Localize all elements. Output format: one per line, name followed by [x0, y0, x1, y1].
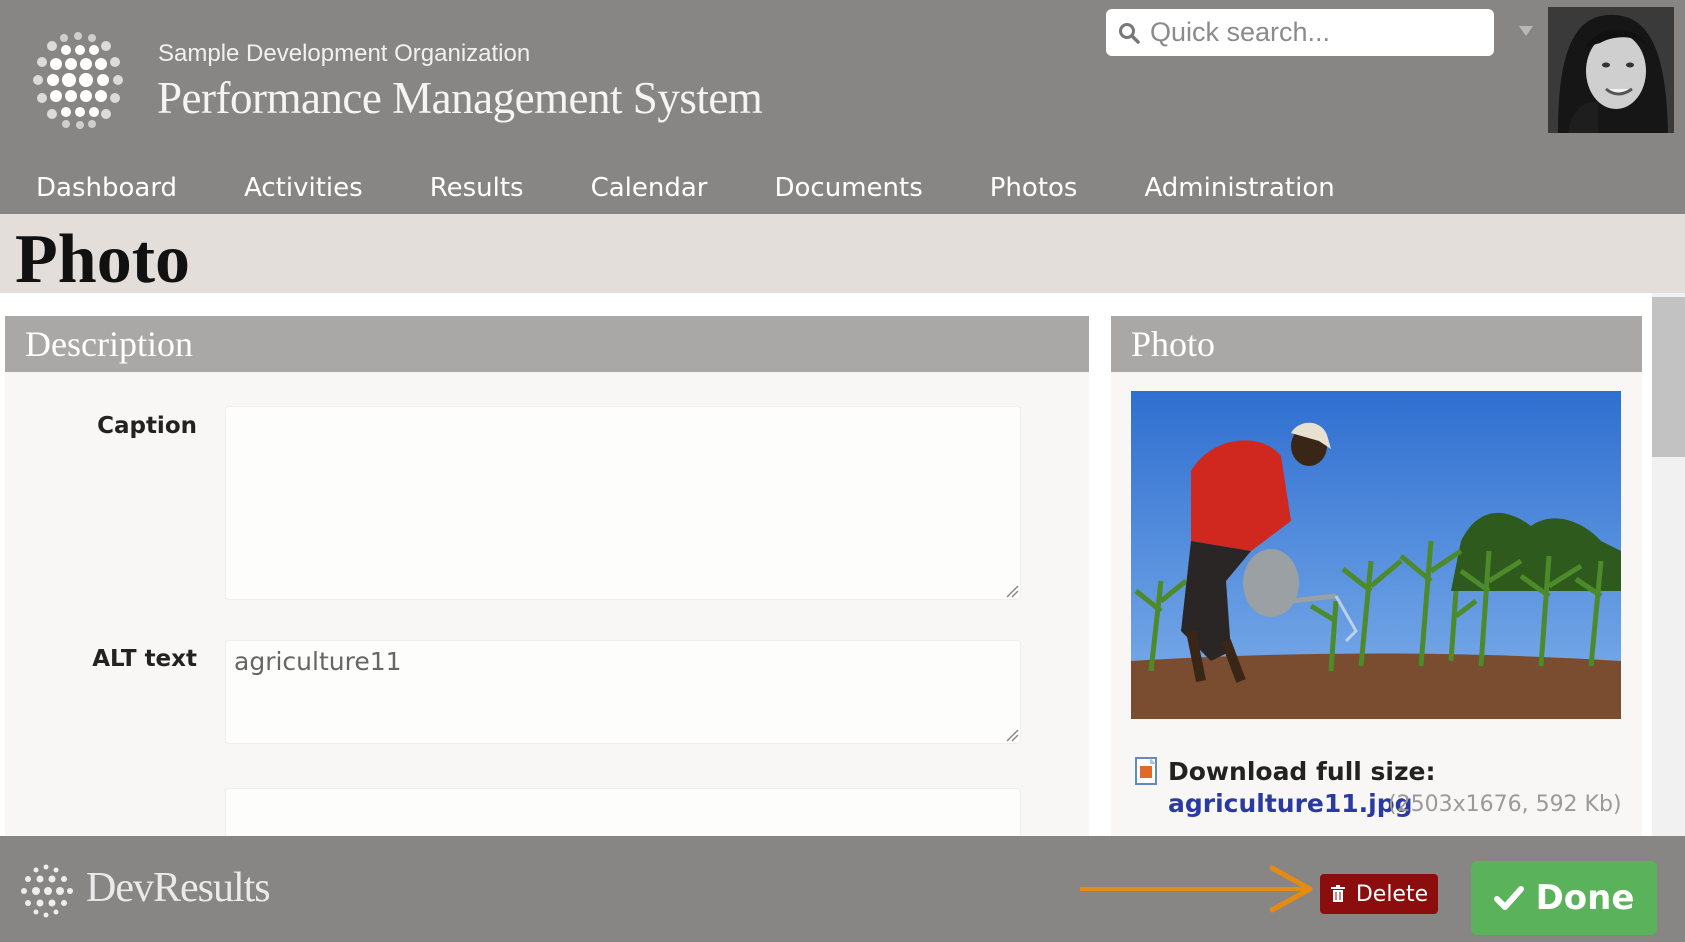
description-panel: Description Caption ALT text agriculture…: [5, 316, 1089, 836]
description-heading: Description: [5, 316, 1089, 372]
title-bar: Photo: [0, 214, 1685, 298]
nav-item-dashboard[interactable]: Dashboard: [0, 168, 208, 214]
alt-text-label: ALT text: [92, 646, 197, 672]
photo-panel: Photo Download full size: agriculture11.…: [1111, 316, 1642, 836]
photo-preview[interactable]: [1131, 391, 1621, 719]
caption-label: Caption: [97, 413, 197, 439]
caption-textarea[interactable]: [225, 406, 1021, 600]
search-input[interactable]: [1150, 17, 1490, 48]
image-file-icon: [1135, 757, 1157, 785]
checkmark-icon: [1493, 886, 1524, 910]
quick-search[interactable]: [1106, 9, 1494, 56]
trash-icon: [1330, 885, 1345, 902]
done-button-label: Done: [1535, 878, 1635, 918]
delete-button-label: Delete: [1355, 881, 1429, 907]
resize-grip-icon[interactable]: [1005, 728, 1019, 742]
chevron-down-icon[interactable]: [1517, 24, 1535, 38]
app-title[interactable]: Performance Management System: [157, 72, 763, 124]
main-nav: Dashboard Activities Results Calendar Do…: [0, 168, 1366, 214]
nav-item-administration[interactable]: Administration: [1108, 168, 1365, 214]
avatar[interactable]: [1548, 7, 1674, 133]
globe-dots-icon[interactable]: [26, 28, 130, 132]
next-field-textarea[interactable]: [225, 788, 1021, 836]
main-content: Description Caption ALT text agriculture…: [0, 293, 1685, 836]
footer-brand: DevResults: [86, 865, 271, 911]
footer-bar: DevResults Delete Done: [0, 836, 1685, 942]
alt-text-textarea[interactable]: agriculture11: [225, 640, 1021, 744]
page-title: Photo: [15, 221, 190, 298]
download-link[interactable]: agriculture11.jpg: [1168, 789, 1413, 818]
farmer-watering-photo-icon: [1131, 391, 1621, 719]
resize-grip-icon[interactable]: [1005, 584, 1019, 598]
scrollbar-thumb[interactable]: [1652, 297, 1685, 457]
photo-heading: Photo: [1111, 316, 1642, 372]
done-button[interactable]: Done: [1471, 861, 1657, 935]
page-scrollbar[interactable]: [1652, 293, 1685, 836]
app-header: Sample Development Organization Performa…: [0, 0, 1685, 214]
search-icon: [1119, 22, 1140, 44]
nav-item-activities[interactable]: Activities: [208, 168, 394, 214]
nav-item-documents[interactable]: Documents: [739, 168, 954, 214]
delete-button[interactable]: Delete: [1320, 874, 1438, 914]
nav-item-calendar[interactable]: Calendar: [555, 168, 739, 214]
org-name: Sample Development Organization: [158, 40, 531, 67]
download-label: Download full size:: [1168, 757, 1436, 786]
user-photo-icon: [1548, 7, 1674, 133]
nav-item-results[interactable]: Results: [394, 168, 555, 214]
arrow-right-icon: [1080, 865, 1313, 913]
file-meta: (2503x1676, 592 Kb): [1388, 792, 1622, 817]
globe-dots-icon: [21, 864, 73, 918]
nav-item-photos[interactable]: Photos: [954, 168, 1109, 214]
